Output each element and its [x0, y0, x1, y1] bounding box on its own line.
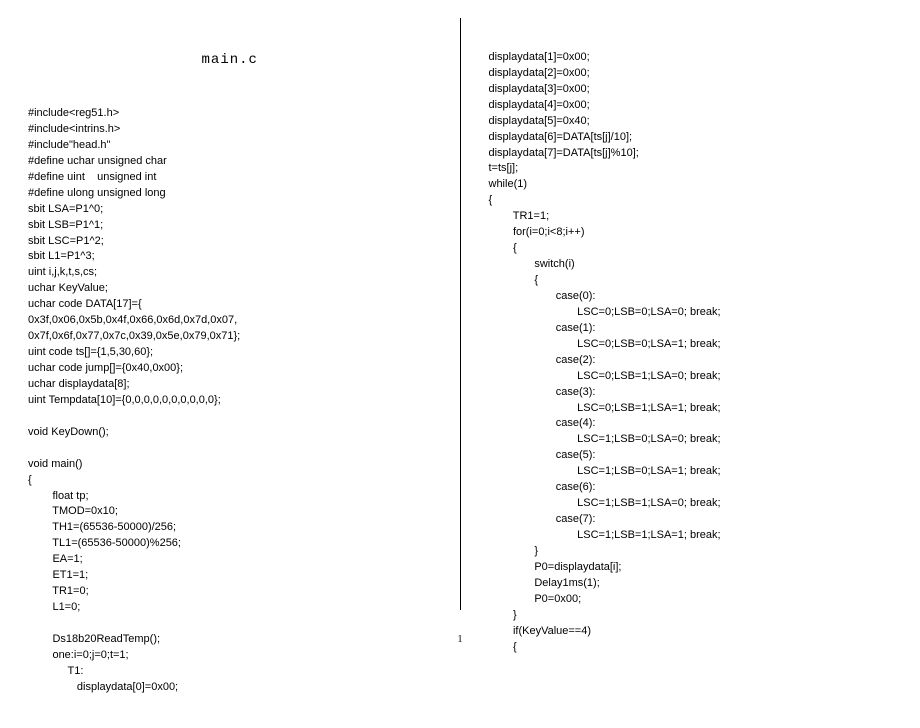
- left-column: main.c #include<reg51.h> #include<intrin…: [0, 0, 460, 620]
- right-column: displaydata[1]=0x00; displaydata[2]=0x00…: [461, 0, 920, 620]
- code-right: displaydata[1]=0x00; displaydata[2]=0x00…: [489, 50, 893, 656]
- code-left: #include<reg51.h> #include<intrins.h> #i…: [28, 106, 432, 696]
- page-number: 1: [0, 634, 920, 645]
- document-page: main.c #include<reg51.h> #include<intrin…: [0, 0, 920, 620]
- file-title: main.c: [28, 50, 432, 70]
